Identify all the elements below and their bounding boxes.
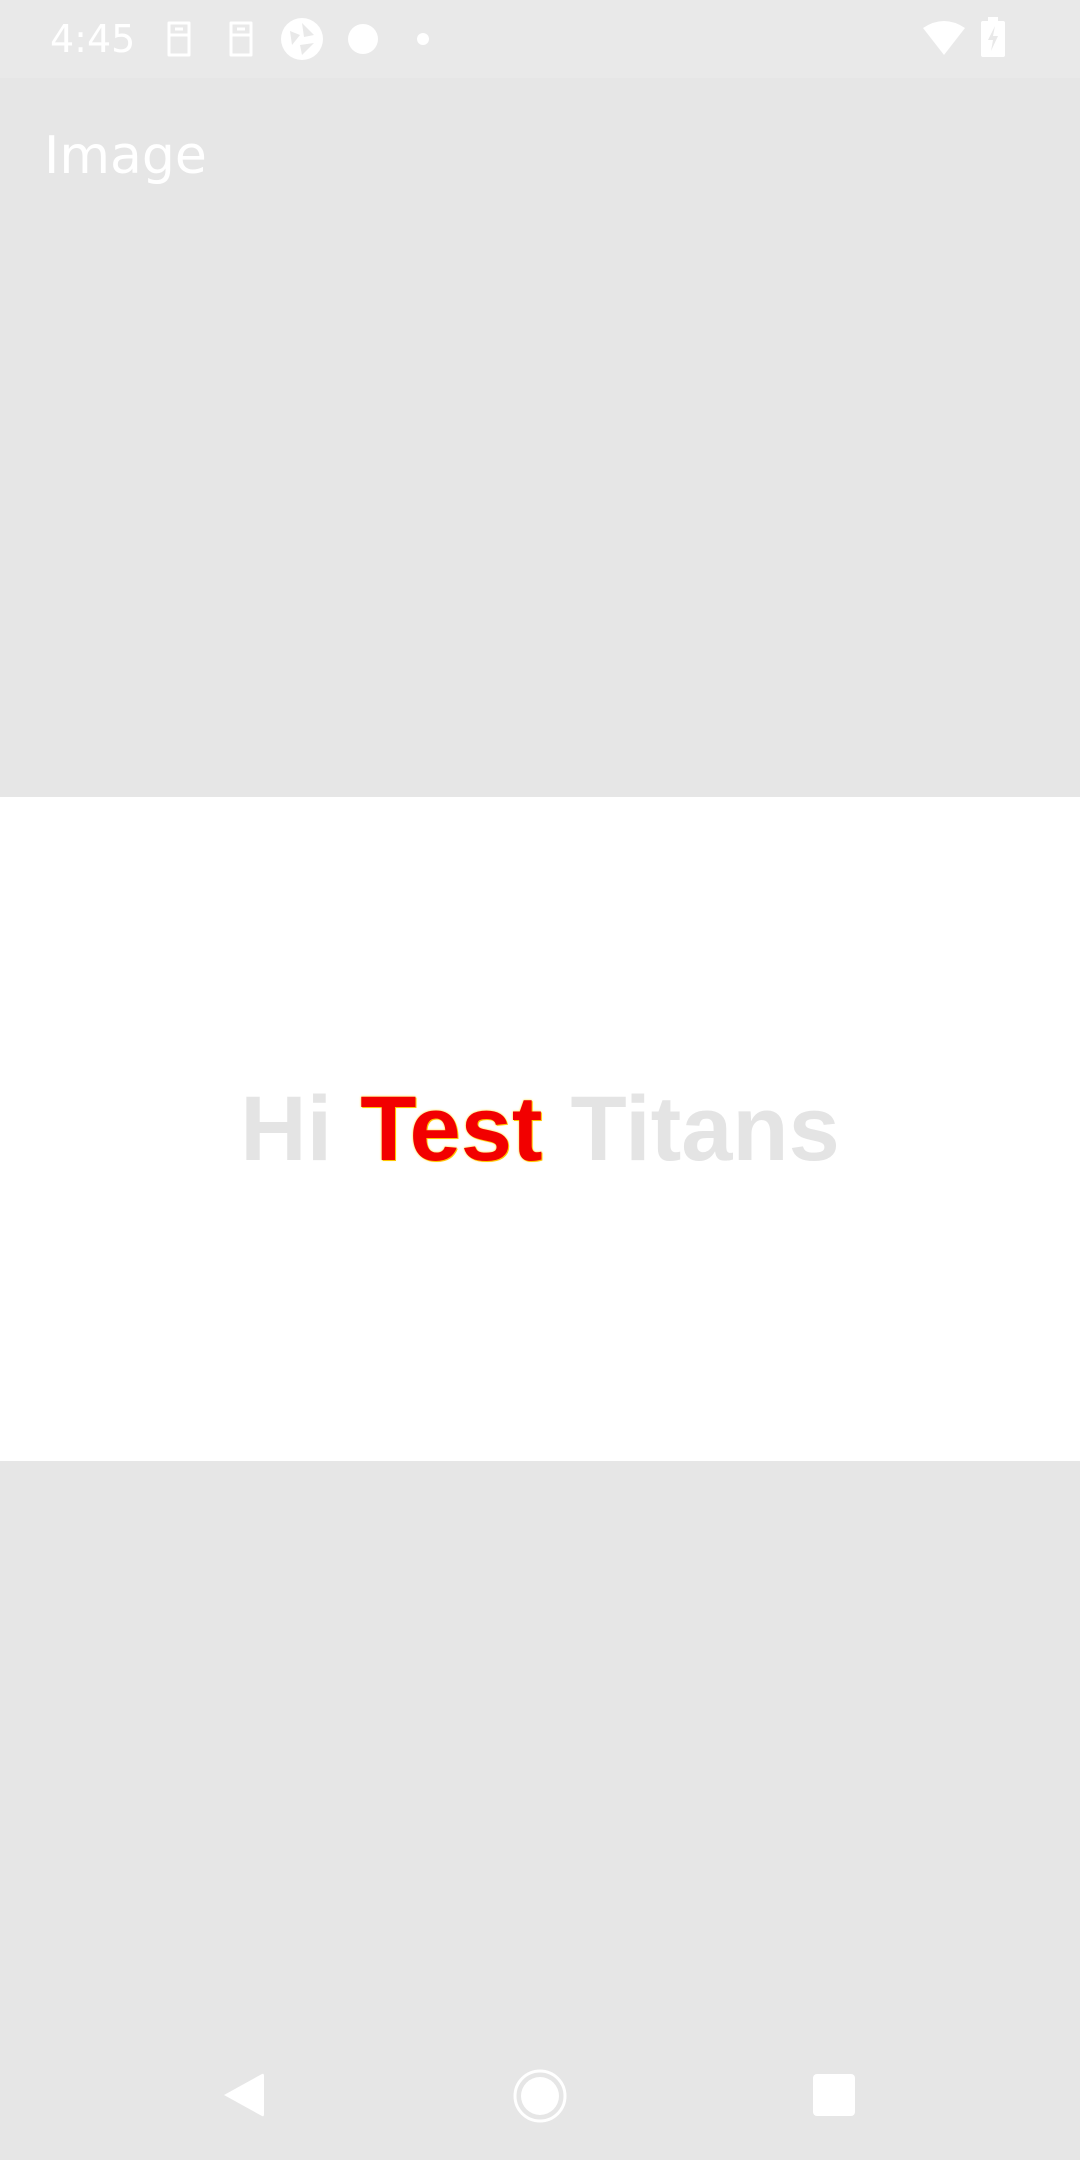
home-icon[interactable]	[513, 2069, 567, 2123]
page-title: Image	[44, 126, 207, 186]
word-test-highlighted: Test	[360, 1077, 543, 1180]
wifi-icon	[923, 21, 965, 55]
back-icon[interactable]	[220, 2070, 268, 2120]
navigation-bar	[0, 2040, 1080, 2160]
recents-icon[interactable]	[812, 2073, 856, 2117]
word-titans: Titans	[570, 1077, 840, 1180]
status-time: 4:45	[50, 17, 136, 61]
circle-icon	[348, 24, 378, 54]
dot-icon	[417, 33, 429, 45]
battery-charging-icon	[981, 17, 1005, 57]
sim-card-icon	[229, 21, 253, 57]
word-hi: Hi	[240, 1077, 333, 1180]
status-bar: 4:45	[0, 0, 1080, 78]
camera-shutter-icon	[281, 18, 323, 60]
image-view: Hi Test Titans	[0, 797, 1080, 1461]
sim-card-icon	[167, 21, 191, 57]
banner-text: Hi Test Titans	[0, 797, 1080, 1461]
